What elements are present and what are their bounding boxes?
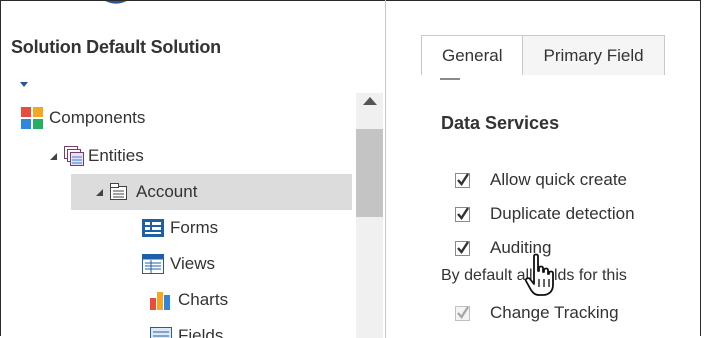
checkbox-input[interactable]	[455, 172, 470, 188]
scroll-thumb[interactable]	[356, 129, 383, 217]
checkbox-input[interactable]	[455, 206, 470, 222]
checkbox-allow-quick-create[interactable]: Allow quick create	[455, 167, 627, 193]
checkmark-icon	[457, 206, 470, 220]
tree-item-fields[interactable]: Fields	[150, 322, 223, 338]
tab-general[interactable]: General	[421, 35, 524, 75]
tree-item-label: Entities	[88, 146, 144, 165]
checkbox-change-tracking: Change Tracking	[455, 300, 619, 326]
expand-triangle-icon[interactable]	[48, 151, 58, 161]
cut-off-item	[440, 77, 480, 83]
tree-item-forms[interactable]: Forms	[142, 214, 218, 242]
components-grid-icon	[21, 107, 43, 129]
field-icon	[150, 327, 172, 338]
tree-item-account[interactable]: Account	[94, 178, 197, 206]
component-tree: Components Entities Account Forms Views …	[1, 1, 383, 338]
tree-item-components[interactable]: Components	[21, 104, 145, 132]
tree-item-charts[interactable]: Charts	[150, 286, 228, 314]
cut-off-checkbox	[440, 77, 460, 80]
checkbox-duplicate-detection[interactable]: Duplicate detection	[455, 201, 635, 227]
tree-item-entities[interactable]: Entities	[48, 142, 144, 170]
tree-item-label: Fields	[178, 326, 224, 338]
solution-explorer-pane: Solution Default Solution Components Ent…	[1, 1, 385, 338]
tab-bar: General Primary Field	[421, 35, 665, 75]
checkmark-icon	[457, 305, 470, 319]
tree-item-views[interactable]: Views	[142, 250, 215, 278]
tree-item-label: Account	[136, 182, 198, 201]
checkmark-icon	[457, 172, 470, 186]
tree-item-label: Components	[49, 108, 146, 127]
checkbox-label: Change Tracking	[490, 303, 619, 322]
scroll-up-arrow-icon[interactable]	[363, 97, 377, 105]
checkbox-input	[455, 305, 470, 321]
section-title-data-services: Data Services	[441, 113, 560, 133]
tree-scrollbar[interactable]	[356, 93, 383, 338]
checkmark-icon	[457, 240, 470, 254]
form-icon	[142, 219, 164, 237]
tree-item-label: Charts	[178, 290, 229, 309]
checkbox-label: Duplicate detection	[490, 204, 635, 223]
view-icon	[142, 254, 164, 274]
expand-triangle-icon[interactable]	[94, 187, 104, 197]
hand-pointer-icon	[524, 253, 554, 296]
pane-divider	[385, 0, 386, 338]
entities-stack-icon	[64, 146, 84, 166]
tab-primary-field[interactable]: Primary Field	[523, 35, 665, 75]
checkbox-label: Allow quick create	[490, 170, 628, 189]
entity-icon	[110, 183, 127, 200]
tree-item-label: Views	[170, 254, 216, 273]
checkbox-input[interactable]	[455, 240, 470, 256]
chart-icon	[150, 292, 170, 310]
tree-item-label: Forms	[170, 218, 219, 237]
